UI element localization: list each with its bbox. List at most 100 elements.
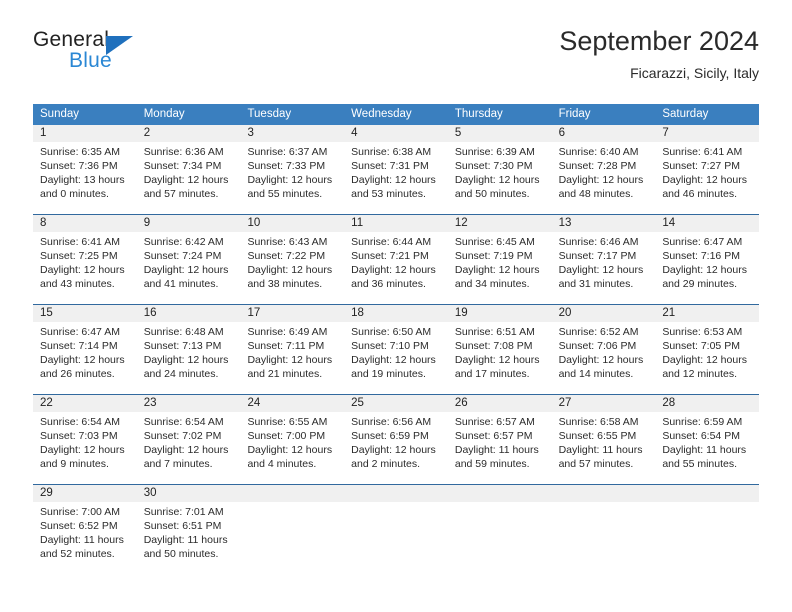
day-details: Sunrise: 7:01 AM Sunset: 6:51 PM Daylight:…: [144, 505, 237, 561]
calendar-week-row: 1 Sunrise: 6:35 AM Sunset: 7:36 PM Daylight…: [33, 125, 760, 205]
daylight-text-line1: Daylight: 12 hours: [247, 354, 333, 366]
calendar-empty-cell: [344, 485, 448, 565]
daylight-text-line2: and 29 minutes.: [662, 278, 738, 290]
calendar-empty-cell: [240, 485, 345, 565]
day-details: Sunrise: 6:41 AM Sunset: 7:27 PM Daylight:…: [662, 145, 755, 201]
calendar-day-cell[interactable]: 6 Sunrise: 6:40 AM Sunset: 7:28 PM Daylight…: [551, 125, 656, 205]
calendar-day-cell[interactable]: 30 Sunrise: 7:01 AM Sunset: 6:51 PM Dayligh…: [136, 485, 241, 565]
day-number: 23: [143, 397, 157, 409]
calendar-day-cell[interactable]: 4 Sunrise: 6:38 AM Sunset: 7:31 PM Daylight…: [344, 125, 448, 205]
daylight-text-line1: Daylight: 12 hours: [351, 444, 436, 456]
sunset-text: Sunset: 7:24 PM: [143, 250, 222, 262]
calendar-day-cell[interactable]: 28 Sunrise: 6:59 AM Sunset: 6:54 PM Dayligh…: [655, 395, 760, 475]
day-details: Sunrise: 6:58 AM Sunset: 6:55 PM Daylight:…: [559, 415, 652, 471]
calendar-day-cell[interactable]: 8 Sunrise: 6:41 AM Sunset: 7:25 PM Daylight…: [33, 215, 137, 295]
daylight-text-line2: and 57 minutes.: [143, 188, 219, 200]
calendar-day-cell[interactable]: 20 Sunrise: 6:52 AM Sunset: 7:06 PM Dayligh…: [551, 305, 656, 385]
sunrise-text: Sunrise: 6:55 AM: [247, 416, 328, 428]
sunset-text: Sunset: 7:19 PM: [454, 250, 533, 262]
day-details: Sunrise: 6:52 AM Sunset: 7:06 PM Daylight:…: [559, 325, 652, 381]
day-details: Sunrise: 6:40 AM Sunset: 7:28 PM Daylight:…: [559, 145, 652, 201]
daylight-text-line2: and 24 minutes.: [143, 368, 219, 380]
sunset-text: Sunset: 7:05 PM: [662, 340, 740, 352]
day-details: Sunrise: 6:43 AM Sunset: 7:22 PM Daylight:…: [247, 235, 340, 291]
calendar-day-cell[interactable]: 16 Sunrise: 6:48 AM Sunset: 7:13 PM Dayligh…: [136, 305, 241, 385]
daylight-text-line2: and 50 minutes.: [454, 188, 530, 200]
calendar-day-cell[interactable]: 26 Sunrise: 6:57 AM Sunset: 6:57 PM Dayligh…: [447, 395, 552, 475]
day-number: 18: [351, 307, 364, 319]
sunset-text: Sunset: 7:16 PM: [662, 250, 740, 262]
calendar-day-cell[interactable]: 5 Sunrise: 6:39 AM Sunset: 7:30 PM Daylight…: [447, 125, 552, 205]
calendar-day-cell[interactable]: 7 Sunrise: 6:41 AM Sunset: 7:27 PM Daylight…: [655, 125, 760, 205]
calendar-day-cell[interactable]: 19 Sunrise: 6:51 AM Sunset: 7:08 PM Dayligh…: [447, 305, 552, 385]
sunset-text: Sunset: 7:14 PM: [40, 340, 118, 352]
calendar-day-cell[interactable]: 27 Sunrise: 6:58 AM Sunset: 6:55 PM Dayligh…: [551, 395, 656, 475]
daylight-text-line2: and 4 minutes.: [247, 458, 317, 470]
calendar-day-cell[interactable]: 11 Sunrise: 6:44 AM Sunset: 7:21 PM Dayligh…: [344, 215, 448, 295]
daylight-text-line1: Daylight: 11 hours: [40, 534, 124, 546]
day-number: 4: [351, 127, 358, 139]
calendar-day-cell[interactable]: 29 Sunrise: 7:00 AM Sunset: 6:52 PM Dayligh…: [33, 485, 137, 565]
day-details: Sunrise: 6:55 AM Sunset: 7:00 PM Daylight:…: [247, 415, 340, 471]
daylight-text-line1: Daylight: 12 hours: [351, 264, 436, 276]
day-details: Sunrise: 6:41 AM Sunset: 7:25 PM Daylight:…: [40, 235, 133, 291]
calendar-day-cell[interactable]: 15 Sunrise: 6:47 AM Sunset: 7:14 PM Dayligh…: [33, 305, 137, 385]
sunrise-text: Sunrise: 6:43 AM: [247, 236, 328, 248]
daylight-text-line1: Daylight: 12 hours: [143, 444, 229, 456]
calendar-week-row: 29 Sunrise: 7:00 AM Sunset: 6:52 PM Dayligh…: [33, 484, 760, 565]
daylight-text-line1: Daylight: 12 hours: [351, 354, 436, 366]
daylight-text-line2: and 48 minutes.: [558, 188, 634, 200]
day-details: Sunrise: 6:45 AM Sunset: 7:19 PM Daylight:…: [455, 235, 548, 291]
calendar-day-cell[interactable]: 14 Sunrise: 6:47 AM Sunset: 7:16 PM Dayligh…: [655, 215, 760, 295]
day-number: 20: [558, 307, 572, 319]
day-number: 16: [143, 307, 157, 319]
sunset-text: Sunset: 6:59 PM: [351, 430, 429, 442]
calendar-day-cell[interactable]: 1 Sunrise: 6:35 AM Sunset: 7:36 PM Daylight…: [33, 125, 137, 205]
calendar-day-cell[interactable]: 25 Sunrise: 6:56 AM Sunset: 6:59 PM Dayligh…: [344, 395, 448, 475]
day-number: 24: [247, 397, 261, 409]
daylight-text-line1: Daylight: 11 hours: [454, 444, 539, 456]
calendar-day-cell[interactable]: 17 Sunrise: 6:49 AM Sunset: 7:11 PM Dayligh…: [240, 305, 345, 385]
sunrise-text: Sunrise: 6:35 AM: [40, 146, 120, 158]
calendar-day-cell[interactable]: 10 Sunrise: 6:43 AM Sunset: 7:22 PM Dayligh…: [240, 215, 345, 295]
sunrise-text: Sunrise: 6:54 AM: [143, 416, 224, 428]
day-number: 19: [454, 307, 468, 319]
weekday-header-tuesday: Tuesday: [247, 108, 292, 120]
calendar-day-cell[interactable]: 23 Sunrise: 6:54 AM Sunset: 7:02 PM Dayligh…: [136, 395, 241, 475]
calendar-day-cell[interactable]: 2 Sunrise: 6:36 AM Sunset: 7:34 PM Daylight…: [136, 125, 241, 205]
sunrise-text: Sunrise: 6:39 AM: [454, 146, 535, 158]
day-details: Sunrise: 6:48 AM Sunset: 7:13 PM Daylight:…: [144, 325, 237, 381]
day-details: Sunrise: 6:49 AM Sunset: 7:11 PM Daylight:…: [247, 325, 340, 381]
sunrise-text: Sunrise: 6:57 AM: [454, 416, 535, 428]
calendar-day-cell[interactable]: 22 Sunrise: 6:54 AM Sunset: 7:03 PM Dayligh…: [33, 395, 137, 475]
sunrise-text: Sunrise: 6:37 AM: [247, 146, 328, 158]
daylight-text-line2: and 50 minutes.: [143, 548, 219, 560]
calendar-day-cell[interactable]: 21 Sunrise: 6:53 AM Sunset: 7:05 PM Dayligh…: [655, 305, 760, 385]
day-number: 26: [454, 397, 468, 409]
daylight-text-line2: and 43 minutes.: [40, 278, 115, 290]
daylight-text-line1: Daylight: 11 hours: [143, 534, 228, 546]
calendar-day-cell[interactable]: 24 Sunrise: 6:55 AM Sunset: 7:00 PM Dayligh…: [240, 395, 345, 475]
sunrise-text: Sunrise: 6:41 AM: [40, 236, 120, 248]
daylight-text-line1: Daylight: 12 hours: [662, 354, 747, 366]
day-number: 25: [351, 397, 364, 409]
sunset-text: Sunset: 7:11 PM: [247, 340, 325, 352]
day-number: [455, 485, 548, 502]
sunset-text: Sunset: 7:28 PM: [558, 160, 637, 172]
daylight-text-line2: and 34 minutes.: [454, 278, 530, 290]
calendar-day-cell[interactable]: 9 Sunrise: 6:42 AM Sunset: 7:24 PM Daylight…: [136, 215, 241, 295]
general-blue-logo: General Blue: [33, 28, 253, 84]
sunrise-text: Sunrise: 6:52 AM: [558, 326, 639, 338]
calendar-day-cell[interactable]: 3 Sunrise: 6:37 AM Sunset: 7:33 PM Daylight…: [240, 125, 345, 205]
sunset-text: Sunset: 7:27 PM: [662, 160, 740, 172]
calendar-day-cell[interactable]: 12 Sunrise: 6:45 AM Sunset: 7:19 PM Dayligh…: [447, 215, 552, 295]
daylight-text-line1: Daylight: 12 hours: [558, 174, 644, 186]
daylight-text-line2: and 55 minutes.: [662, 458, 738, 470]
daylight-text-line1: Daylight: 12 hours: [662, 174, 747, 186]
sunset-text: Sunset: 7:06 PM: [558, 340, 637, 352]
day-details: Sunrise: 6:35 AM Sunset: 7:36 PM Daylight:…: [40, 145, 133, 201]
sunrise-text: Sunrise: 6:56 AM: [351, 416, 432, 428]
calendar-day-cell[interactable]: 13 Sunrise: 6:46 AM Sunset: 7:17 PM Dayligh…: [551, 215, 656, 295]
sunset-text: Sunset: 7:00 PM: [247, 430, 326, 442]
calendar-day-cell[interactable]: 18 Sunrise: 6:50 AM Sunset: 7:10 PM Dayligh…: [344, 305, 448, 385]
